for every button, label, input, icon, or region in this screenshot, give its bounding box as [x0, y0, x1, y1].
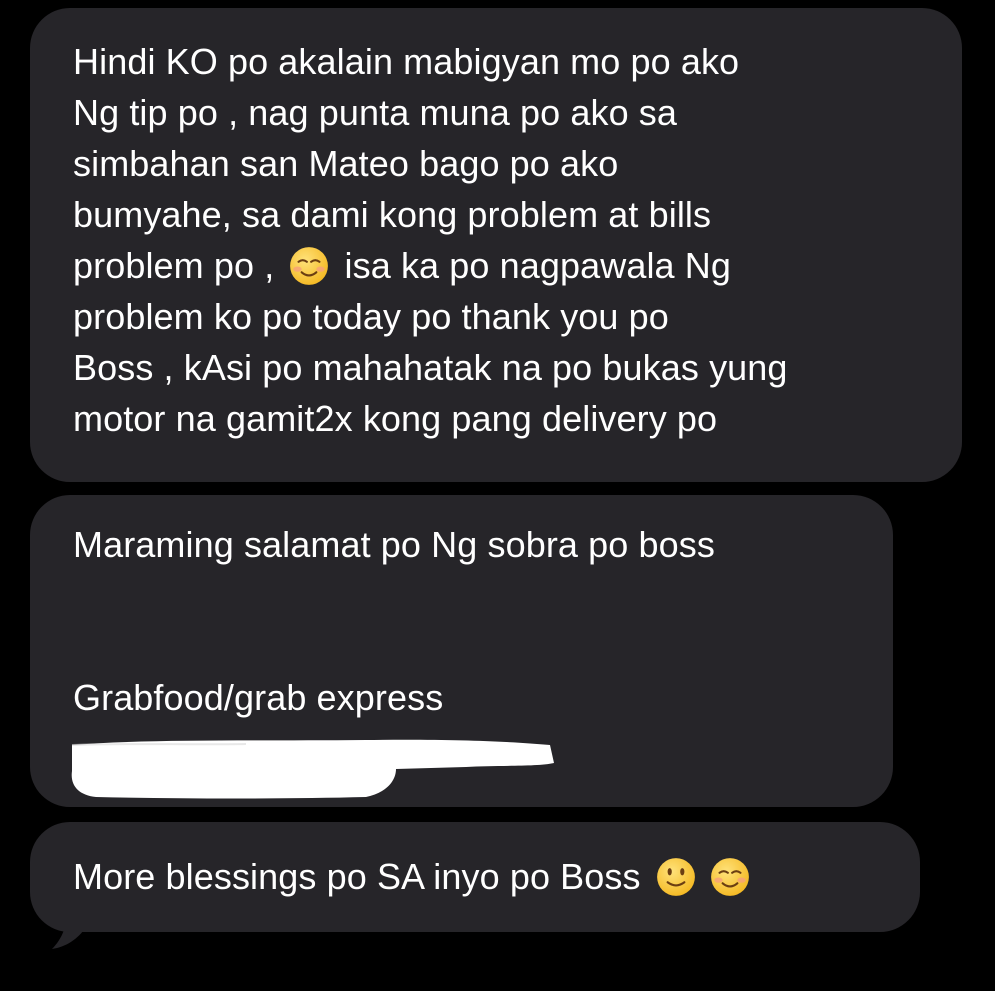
smiling-face-icon	[290, 247, 329, 285]
smiling-face-icon	[710, 858, 749, 896]
blank-lines	[73, 570, 893, 672]
message-bubble-3[interactable]: More blessings po SA inyo po Boss	[30, 822, 920, 932]
message-line-with-emoji: More blessings po SA inyo po Boss	[73, 851, 920, 902]
redaction-mark	[71, 739, 554, 799]
slightly-smiling-face-icon	[656, 858, 695, 896]
message-line: bumyahe, sa dami kong problem at bills	[73, 194, 712, 235]
message-line-with-emoji: problem po , isa ka po nagpawala Ng	[73, 240, 962, 291]
message-bubble-1[interactable]: Hindi KO po akalain mabigyan mo po ako N…	[30, 8, 962, 482]
message-line: Hindi KO po akalain mabigyan mo po ako	[73, 41, 740, 82]
message-text-segment: problem po ,	[73, 245, 275, 286]
message-line: motor na gamit2x kong pang delivery po	[73, 398, 718, 439]
message-line: problem ko po today po thank you po	[73, 296, 669, 337]
message-line: Maraming salamat po Ng sobra po boss	[73, 524, 715, 565]
message-thread: Hindi KO po akalain mabigyan mo po ako N…	[0, 0, 995, 991]
message-line: Ng tip po , nag punta muna po ako sa	[73, 92, 678, 133]
message-line: Boss , kAsi po mahahatak na po bukas yun…	[73, 347, 788, 388]
message-line: simbahan san Mateo bago po ako	[73, 143, 619, 184]
message-line: Grabfood/grab express	[73, 677, 444, 718]
message-text-segment: More blessings po SA inyo po Boss	[73, 856, 641, 897]
message-text-segment: isa ka po nagpawala Ng	[344, 245, 731, 286]
